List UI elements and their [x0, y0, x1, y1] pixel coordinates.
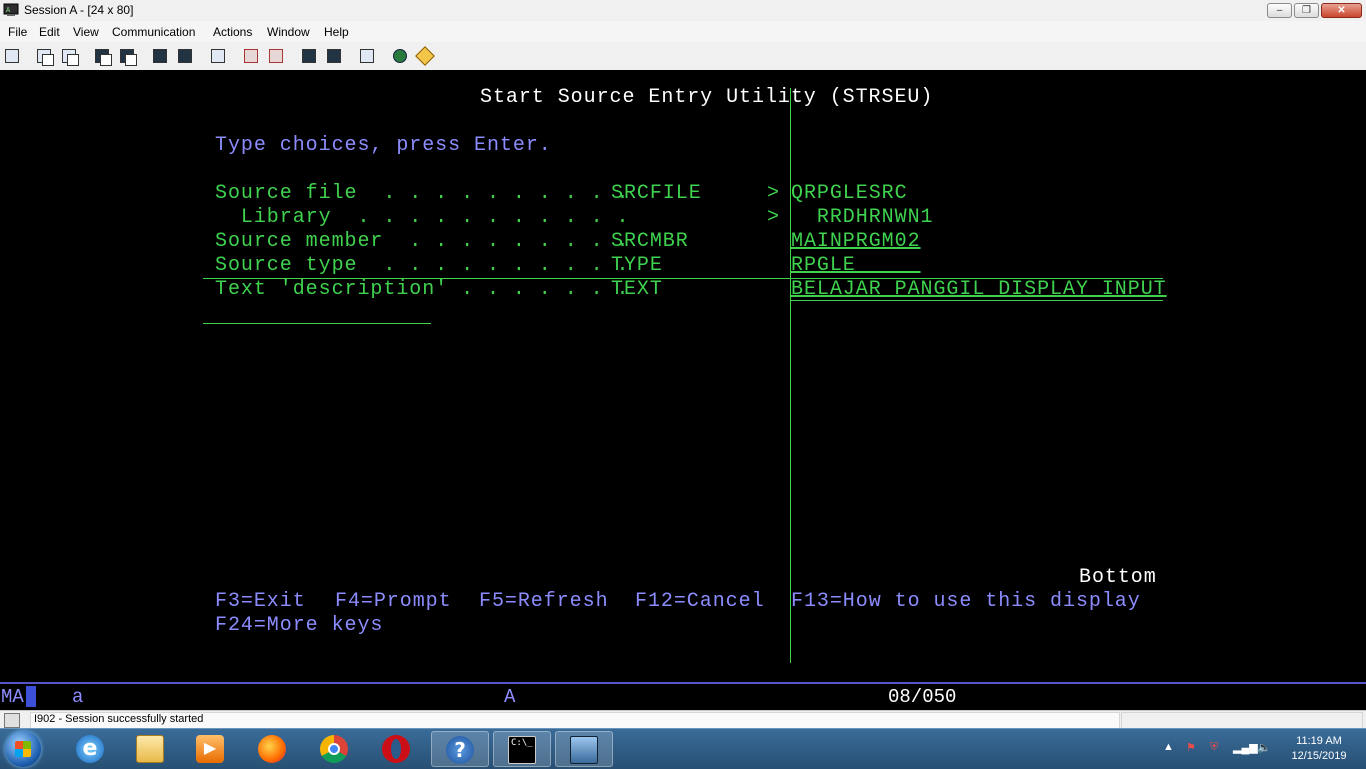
field-prompt-indicator: > [767, 206, 780, 229]
field-label-source-file: Source file . . . . . . . . . . [215, 182, 630, 205]
security-icon[interactable]: ⛨ [1210, 741, 1218, 754]
record-macro-icon[interactable] [241, 46, 261, 66]
internet-explorer-icon: e [76, 735, 104, 763]
menu-actions[interactable]: Actions [213, 25, 252, 39]
fkey-f13-help[interactable]: F13=How to use this display [791, 590, 1141, 614]
field-keyword-srcmbr: SRCMBR [611, 230, 689, 253]
text-description-input[interactable]: BELAJAR PANGGIL DISPLAY INPUT [791, 278, 1167, 302]
fkey-f12-cancel[interactable]: F12=Cancel [635, 590, 765, 614]
menu-help[interactable]: Help [324, 25, 349, 39]
print-screen-icon[interactable] [2, 46, 22, 66]
clock-time: 11:19 AM [1296, 735, 1342, 747]
help-tag-icon[interactable] [415, 46, 435, 66]
menu-edit[interactable]: Edit [39, 25, 60, 39]
status-right-pane [1121, 712, 1363, 729]
start-button[interactable] [5, 731, 41, 767]
taskbar-file-explorer[interactable] [122, 731, 180, 767]
menu-file[interactable]: File [8, 25, 27, 39]
taskbar-help[interactable]: ? [431, 731, 489, 767]
title-bar: A Session A - [24 x 80] ‒ ❐ ✕ [0, 0, 1366, 22]
volume-icon[interactable]: 🔈 [1257, 741, 1271, 754]
macro-icon[interactable] [208, 46, 228, 66]
status-message: I902 - Session successfully started [34, 713, 204, 725]
ruler-vertical-line [790, 88, 791, 663]
oia-indicator: MA [1, 686, 24, 708]
field-keyword-type: TYPE [611, 254, 663, 277]
fkey-f5-refresh[interactable]: F5=Refresh [479, 590, 609, 614]
field-label-text-description: Text 'description' . . . . . . . [215, 278, 630, 301]
ruler-horizontal-line [203, 278, 1163, 279]
minimize-button[interactable]: ‒ [1267, 3, 1292, 18]
taskbar-internet-explorer[interactable]: e [62, 731, 120, 767]
ruler-short-line [203, 323, 431, 324]
library-input[interactable]: RRDHRNWN1 [791, 206, 933, 230]
clipboard-icon[interactable] [357, 46, 377, 66]
maximize-button[interactable]: ❐ [1294, 3, 1319, 18]
network-icon[interactable]: ▂▄▆ [1233, 741, 1258, 754]
status-bar: I902 - Session successfully started [0, 710, 1366, 729]
firefox-icon [258, 735, 286, 763]
show-hidden-icons[interactable]: ▲ [1163, 741, 1174, 753]
clock-date: 12/15/2019 [1291, 750, 1347, 762]
send-icon[interactable] [92, 46, 112, 66]
emulator-app-icon: A [3, 3, 19, 16]
menu-window[interactable]: Window [267, 25, 310, 39]
command-prompt-icon: C:\_ [508, 736, 536, 764]
session-icon[interactable] [324, 46, 344, 66]
menu-view[interactable]: View [73, 25, 99, 39]
menu-communication[interactable]: Communication [112, 25, 195, 39]
operator-info-area: MA a A 08/050 [0, 682, 1366, 710]
taskbar-command-prompt[interactable]: C:\_ [493, 731, 551, 767]
stop-macro-icon[interactable] [299, 46, 319, 66]
terminal-screen[interactable]: Start Source Entry Utility (STRSEU) Type… [0, 70, 1366, 682]
remote-session-icon [570, 736, 598, 764]
field-keyword-srcfile: SRCFILE [611, 182, 702, 205]
taskbar-firefox[interactable] [244, 731, 302, 767]
taskbar: e ▶ ? C:\_ ▲ ⚑ ⛨ ▂▄▆ 🔈 11:19 AM 12/15/20… [0, 728, 1366, 769]
source-member-input[interactable]: MAINPRGM02 [791, 230, 921, 254]
cursor-position: 08/050 [888, 686, 957, 708]
taskbar-emulator-session[interactable] [555, 731, 613, 767]
globe-icon[interactable] [390, 46, 410, 66]
taskbar-media-player[interactable]: ▶ [182, 731, 240, 767]
paste-icon[interactable] [59, 46, 79, 66]
taskbar-opera[interactable] [368, 731, 426, 767]
fkey-f3-exit[interactable]: F3=Exit [215, 590, 306, 614]
play-macro-icon[interactable] [266, 46, 286, 66]
help-icon: ? [446, 736, 474, 764]
field-label-source-member: Source member . . . . . . . . . [215, 230, 630, 253]
chrome-icon [320, 735, 348, 763]
media-player-icon: ▶ [196, 735, 224, 763]
oia-mode: A [504, 686, 516, 708]
cursor-indicator [26, 686, 36, 707]
fkey-f24-more-keys[interactable]: F24=More keys [215, 614, 383, 638]
keyboard-map-icon[interactable] [175, 46, 195, 66]
field-label-source-type: Source type . . . . . . . . . . [215, 254, 630, 277]
action-center-icon[interactable]: ⚑ [1186, 741, 1196, 754]
taskbar-chrome[interactable] [306, 731, 364, 767]
oia-shift: a [72, 686, 84, 708]
field-label-library: Library . . . . . . . . . . . [215, 206, 630, 229]
field-prompt-indicator: > [767, 182, 780, 205]
instruction-text: Type choices, press Enter. [215, 134, 552, 157]
source-type-input[interactable]: RPGLE [791, 254, 921, 278]
connection-status-icon [4, 713, 20, 728]
copy-icon[interactable] [34, 46, 54, 66]
close-button[interactable]: ✕ [1321, 3, 1362, 18]
receive-icon[interactable] [117, 46, 137, 66]
field-underline [791, 300, 1163, 301]
menu-bar: File Edit View Communication Actions Win… [0, 21, 1366, 42]
field-keyword-text: TEXT [611, 278, 663, 301]
screen-title: Start Source Entry Utility (STRSEU) [480, 86, 934, 109]
fkey-f4-prompt[interactable]: F4=Prompt [335, 590, 452, 614]
opera-icon [382, 735, 410, 763]
toolbar [0, 42, 1366, 71]
display-icon[interactable] [150, 46, 170, 66]
window-title: Session A - [24 x 80] [24, 3, 134, 17]
folder-icon [136, 735, 164, 763]
bottom-indicator: Bottom [1079, 566, 1157, 589]
source-file-input[interactable]: QRPGLESRC [791, 182, 908, 206]
system-clock[interactable]: 11:19 AM 12/15/2019 [1280, 734, 1358, 764]
